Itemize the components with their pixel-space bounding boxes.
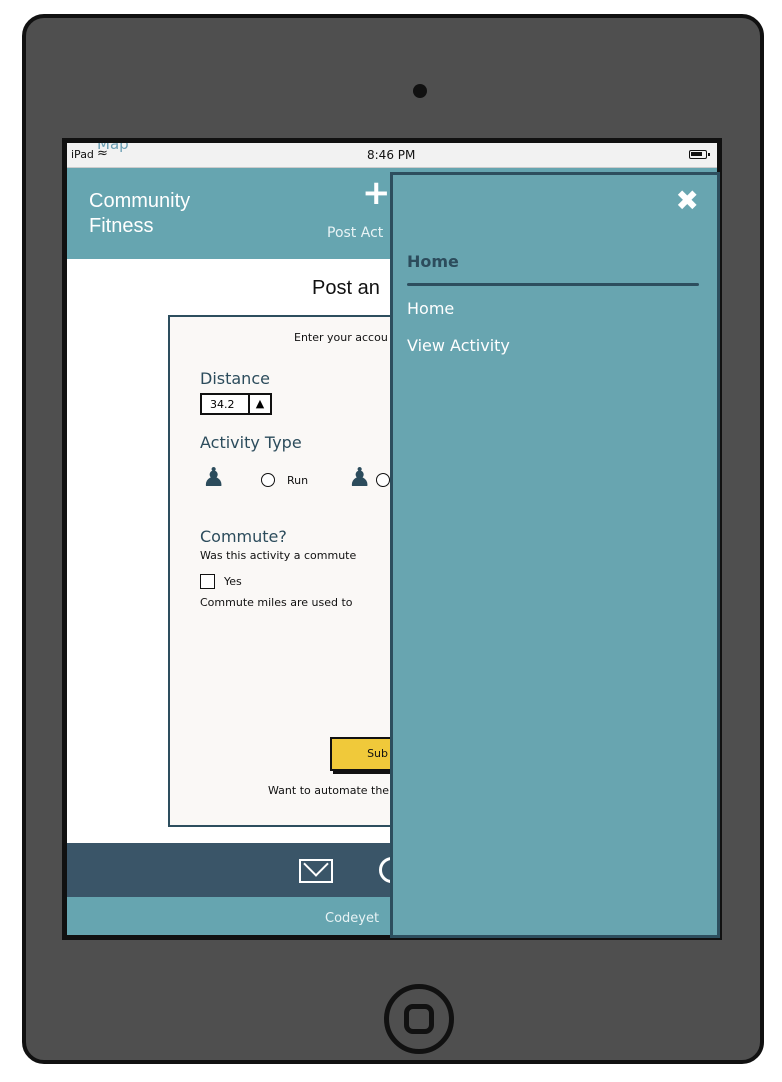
drawer-section-title: Home <box>407 252 459 271</box>
drawer-divider <box>407 283 699 286</box>
side-menu-drawer: ✖ Home Home View Activity <box>390 172 720 938</box>
drawer-item-home[interactable]: Home <box>407 299 454 318</box>
form-intro: Enter your accou <box>294 331 388 344</box>
brand-logo[interactable]: Community Fitness <box>89 189 190 239</box>
person-icon: ♟ <box>348 463 372 493</box>
battery-icon <box>689 150 710 159</box>
status-time: 8:46 PM <box>367 148 416 162</box>
mail-icon[interactable] <box>299 859 333 883</box>
spinner-arrows-icon[interactable]: ▲ <box>248 395 270 413</box>
run-option-label: Run <box>287 474 309 487</box>
commute-question: Was this activity a commute <box>200 549 357 562</box>
post-activity-label: Post Act <box>327 225 384 241</box>
brand-line-1: Community <box>89 190 191 212</box>
automate-text: Want to automate the <box>268 784 390 797</box>
status-bar: iPad Map ≈ 8:46 PM <box>67 143 717 168</box>
distance-value: 34.2 <box>210 398 235 411</box>
distance-stepper[interactable]: 34.2 ▲ <box>200 393 272 415</box>
drawer-item-view-activity[interactable]: View Activity <box>407 336 510 355</box>
brand-line-2: Fitness <box>89 215 154 237</box>
home-button-square-icon <box>404 1004 434 1034</box>
close-icon[interactable]: ✖ <box>676 187 699 215</box>
activity-type-label: Activity Type <box>200 433 302 452</box>
commute-yes-label: Yes <box>224 575 242 588</box>
commute-label: Commute? <box>200 527 287 546</box>
run-radio[interactable] <box>261 473 275 487</box>
commute-note: Commute miles are used to <box>200 596 353 609</box>
second-activity-radio[interactable] <box>376 473 390 487</box>
copyright-text: Codeyet <box>325 911 380 926</box>
carrier-label: iPad <box>71 148 94 161</box>
home-button[interactable] <box>384 984 454 1054</box>
person-icon: ♟ <box>202 463 226 493</box>
page-title: Post an <box>312 277 380 299</box>
wifi-icon: ≈ <box>97 146 108 161</box>
distance-label: Distance <box>200 369 270 388</box>
plus-icon: + <box>362 173 391 213</box>
camera-dot <box>413 84 427 98</box>
commute-yes-checkbox[interactable] <box>200 574 215 589</box>
